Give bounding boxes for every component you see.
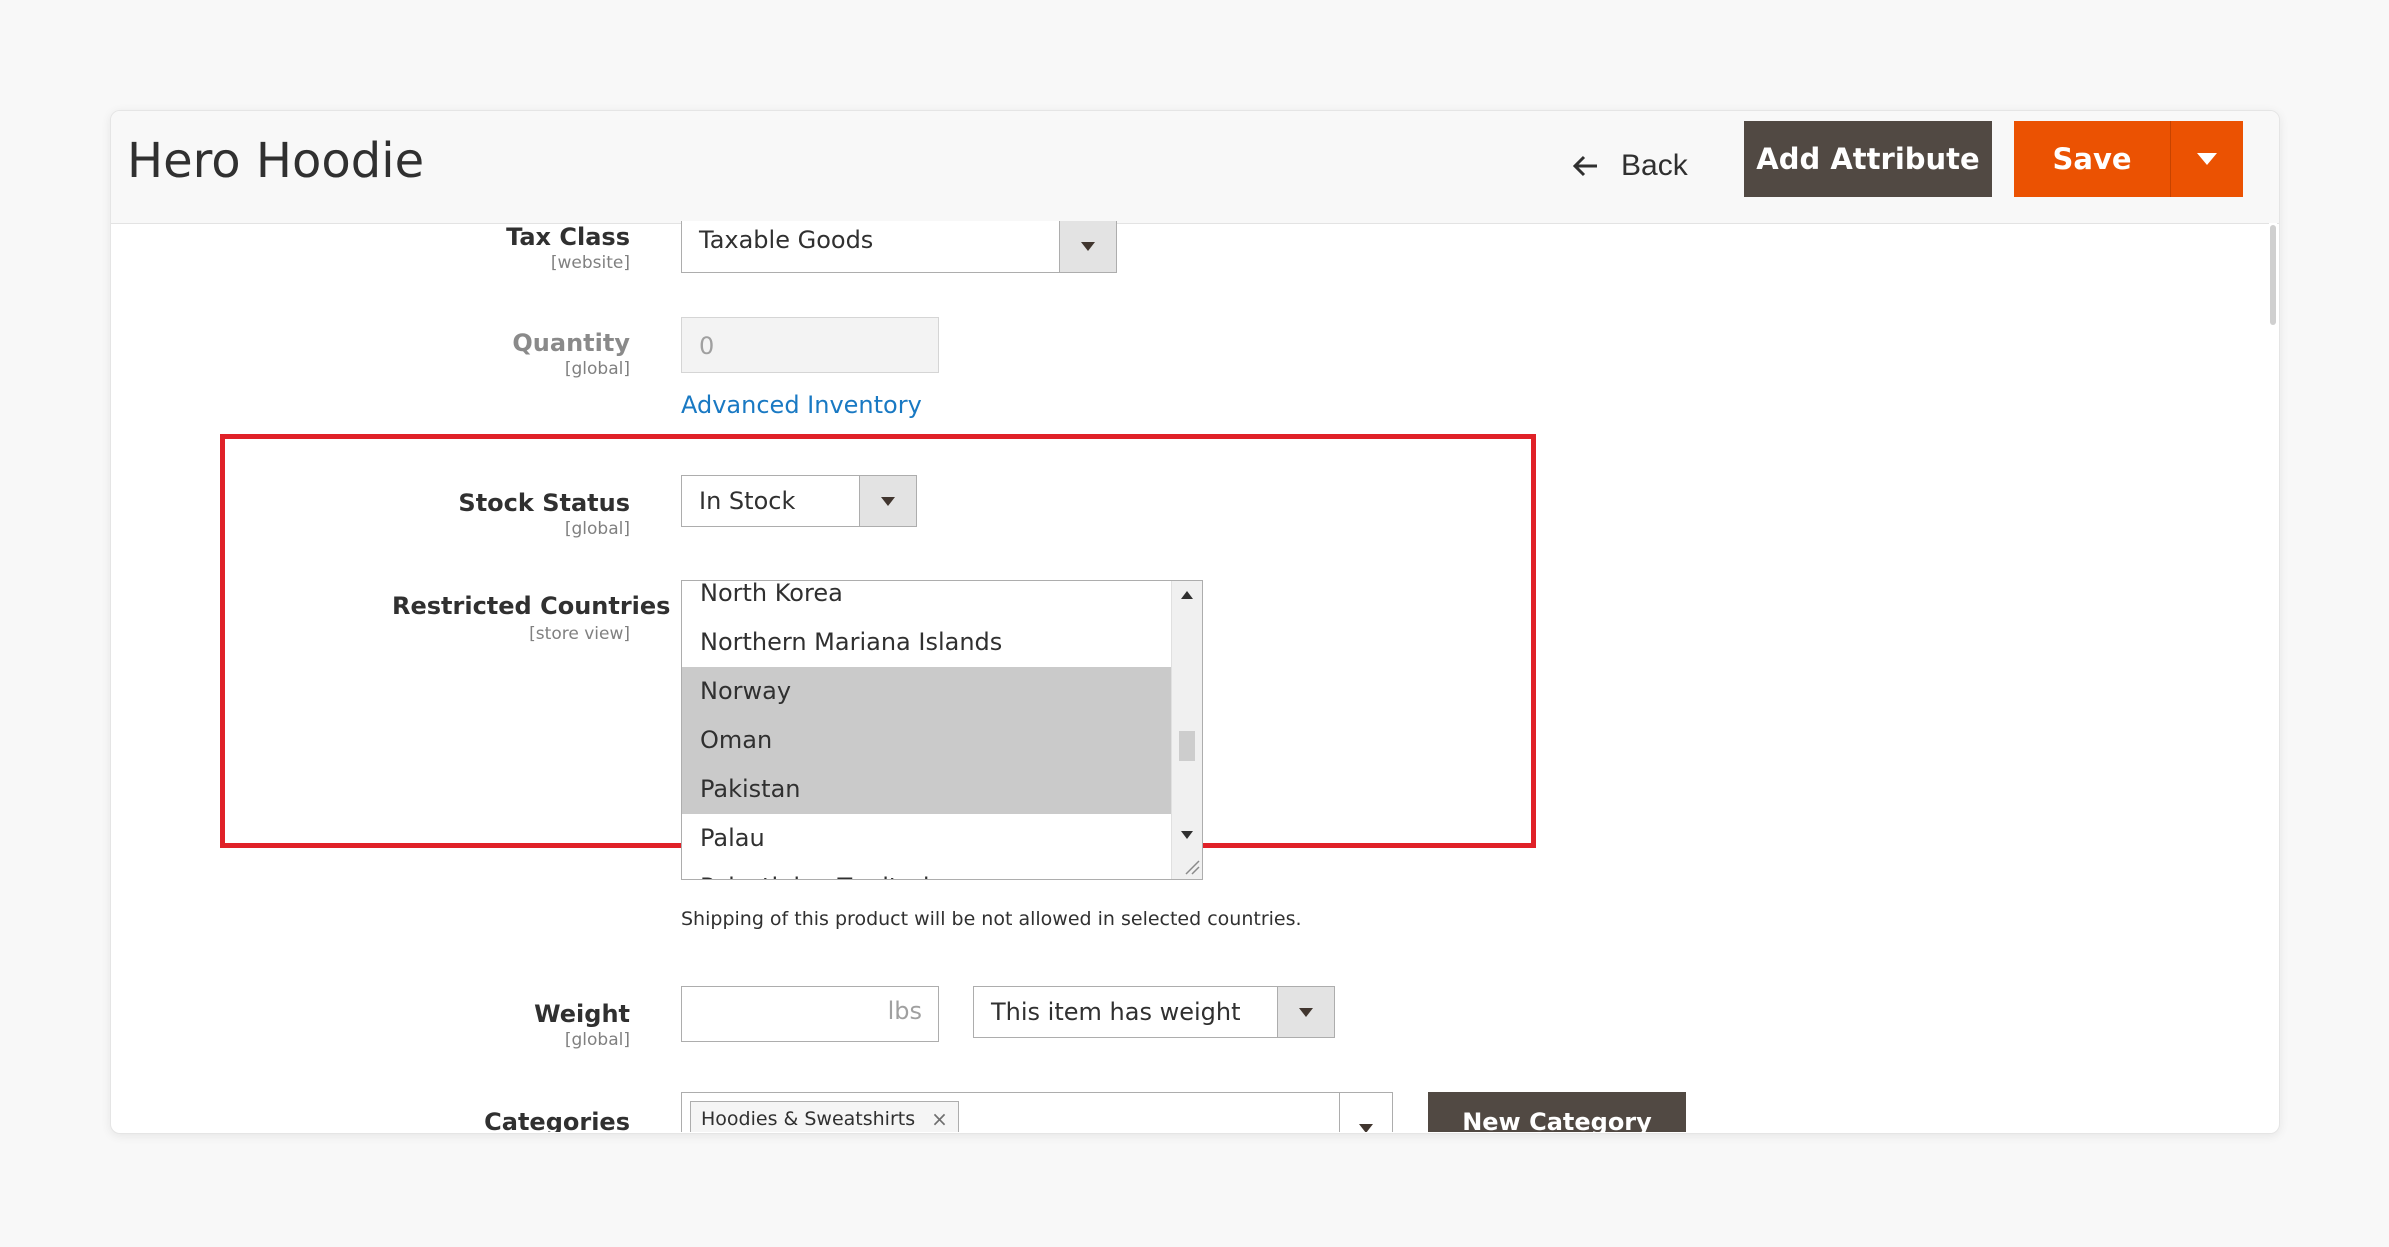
restricted-countries-note: Shipping of this product will be not all…: [681, 908, 1302, 930]
page-scrollbar[interactable]: [2269, 223, 2277, 1133]
category-tag-label: Hoodies & Sweatshirts: [701, 1108, 916, 1130]
country-option[interactable]: Palestinian Territories: [682, 863, 1172, 879]
category-tag[interactable]: Hoodies & Sweatshirts ×: [690, 1101, 959, 1132]
back-button[interactable]: Back: [1573, 141, 1688, 191]
multiselect-scroll-thumb[interactable]: [1179, 731, 1195, 761]
categories-label: Categories: [484, 1108, 630, 1132]
restricted-countries-label: Restricted Countries: [392, 592, 671, 620]
quantity-label: Quantity: [512, 329, 630, 357]
caret-down-icon: [1359, 1123, 1373, 1132]
arrow-left-icon: [1573, 155, 1597, 177]
multiselect-scrollbar[interactable]: [1171, 581, 1202, 879]
quantity-value: 0: [699, 332, 715, 360]
tax-class-dropdown[interactable]: [1059, 221, 1116, 272]
country-option[interactable]: Pakistan: [682, 765, 1172, 814]
restricted-countries-multiselect[interactable]: North Korea Northern Mariana Islands Norwa…: [681, 580, 1203, 880]
page-header: Hero Hoodie Back Add Attribute Save: [111, 111, 2279, 224]
weight-unit: lbs: [887, 997, 922, 1025]
back-label: Back: [1621, 149, 1688, 182]
add-attribute-button[interactable]: Add Attribute: [1744, 121, 1992, 197]
scroll-up-icon[interactable]: [1181, 591, 1193, 599]
save-options-toggle[interactable]: [2170, 121, 2243, 197]
weight-input[interactable]: lbs: [681, 986, 939, 1042]
country-options-list: North Korea Northern Mariana Islands Norwa…: [682, 581, 1172, 879]
quantity-input: 0: [681, 317, 939, 373]
categories-row-clip: Categories Hoodies & Sweatshirts × New C…: [110, 1092, 2278, 1132]
quantity-scope: [global]: [564, 359, 630, 379]
tax-class-select[interactable]: Taxable Goods: [681, 221, 1117, 273]
page-scrollbar-thumb[interactable]: [2270, 225, 2276, 325]
new-category-button[interactable]: New Category: [1428, 1092, 1686, 1132]
caret-down-icon: [2197, 153, 2217, 165]
country-option[interactable]: Norway: [682, 667, 1172, 716]
country-option[interactable]: Palau: [682, 814, 1172, 863]
page-title: Hero Hoodie: [127, 133, 425, 189]
weight-label: Weight: [534, 1000, 630, 1028]
save-button[interactable]: Save: [2014, 121, 2170, 197]
country-option[interactable]: Oman: [682, 716, 1172, 765]
caret-down-icon: [1081, 242, 1095, 251]
tax-class-value: Taxable Goods: [699, 225, 874, 254]
categories-dropdown[interactable]: [1339, 1093, 1392, 1132]
scroll-down-icon[interactable]: [1181, 831, 1193, 839]
tax-class-label: Tax Class: [506, 223, 630, 251]
has-weight-select[interactable]: This item has weight: [973, 986, 1335, 1038]
tax-class-scope: [website]: [550, 253, 630, 273]
weight-scope: [global]: [564, 1030, 630, 1050]
close-icon[interactable]: ×: [931, 1107, 948, 1131]
categories-select[interactable]: Hoodies & Sweatshirts ×: [681, 1092, 1393, 1132]
resize-handle-icon[interactable]: [1184, 859, 1200, 875]
country-option[interactable]: North Korea: [682, 581, 1172, 618]
has-weight-value: This item has weight: [991, 998, 1241, 1026]
restricted-countries-scope: [store view]: [529, 624, 630, 644]
country-option[interactable]: Northern Mariana Islands: [682, 618, 1172, 667]
has-weight-dropdown[interactable]: [1277, 987, 1334, 1037]
caret-down-icon: [1299, 1007, 1313, 1017]
advanced-inventory-link[interactable]: Advanced Inventory: [681, 391, 922, 419]
